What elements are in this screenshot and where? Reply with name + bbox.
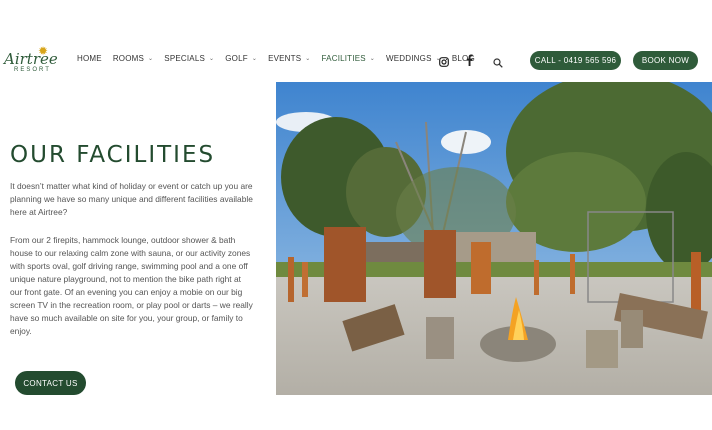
chevron-down-icon: ⌄ (305, 56, 311, 62)
nav-label: FACILITIES (321, 54, 366, 63)
body-paragraph: From our 2 firepits, hammock lounge, out… (10, 235, 253, 336)
book-now-button[interactable]: BOOK NOW (633, 51, 698, 70)
nav-label: GOLF (225, 54, 248, 63)
nav-label: ROOMS (112, 54, 145, 63)
main-navigation: HOME ROOMS ⌄ SPECIALS ⌄ GOLF ⌄ EVENTS ⌄ FACI… (77, 54, 486, 63)
nav-item-rooms[interactable]: ROOMS ⌄ (113, 54, 153, 63)
nav-item-golf[interactable]: GOLF ⌄ (225, 54, 257, 63)
sun-leaf-icon: ✹ (38, 44, 49, 58)
instagram-icon[interactable] (439, 54, 449, 72)
chevron-down-icon: ⌄ (251, 56, 258, 62)
nav-item-weddings[interactable]: WEDDINGS ⌄ (386, 54, 441, 63)
call-button[interactable]: CALL - 0419 565 596 (530, 51, 621, 70)
chevron-down-icon: ⌄ (369, 56, 375, 62)
nav-label: WEDDINGS (386, 54, 432, 63)
nav-label: EVENTS (268, 54, 302, 63)
logo-wordmark: Airtree (4, 50, 58, 68)
chevron-down-icon: ⌄ (148, 56, 154, 62)
intro-paragraph: It doesn’t matter what kind of holiday o… (10, 181, 253, 217)
nav-item-events[interactable]: EVENTS ⌄ (268, 54, 310, 63)
search-icon[interactable] (493, 55, 503, 73)
site-header: Airtree ✹ RESORT HOME ROOMS ⌄ SPECIALS ⌄ G… (0, 0, 712, 82)
facebook-icon[interactable] (466, 53, 473, 71)
nav-label: SPECIALS (164, 54, 206, 63)
chevron-down-icon: ⌄ (209, 56, 215, 62)
logo-subtitle: RESORT (14, 67, 51, 73)
nav-label: HOME (77, 54, 102, 63)
page-title: OUR FACILITIES (10, 142, 216, 168)
nav-item-specials[interactable]: SPECIALS ⌄ (164, 54, 214, 63)
nav-item-facilities[interactable]: FACILITIES ⌄ (322, 54, 375, 63)
contact-us-button[interactable]: CONTACT US (15, 371, 86, 395)
nav-item-home[interactable]: HOME (77, 54, 102, 63)
facilities-photo (276, 82, 712, 395)
